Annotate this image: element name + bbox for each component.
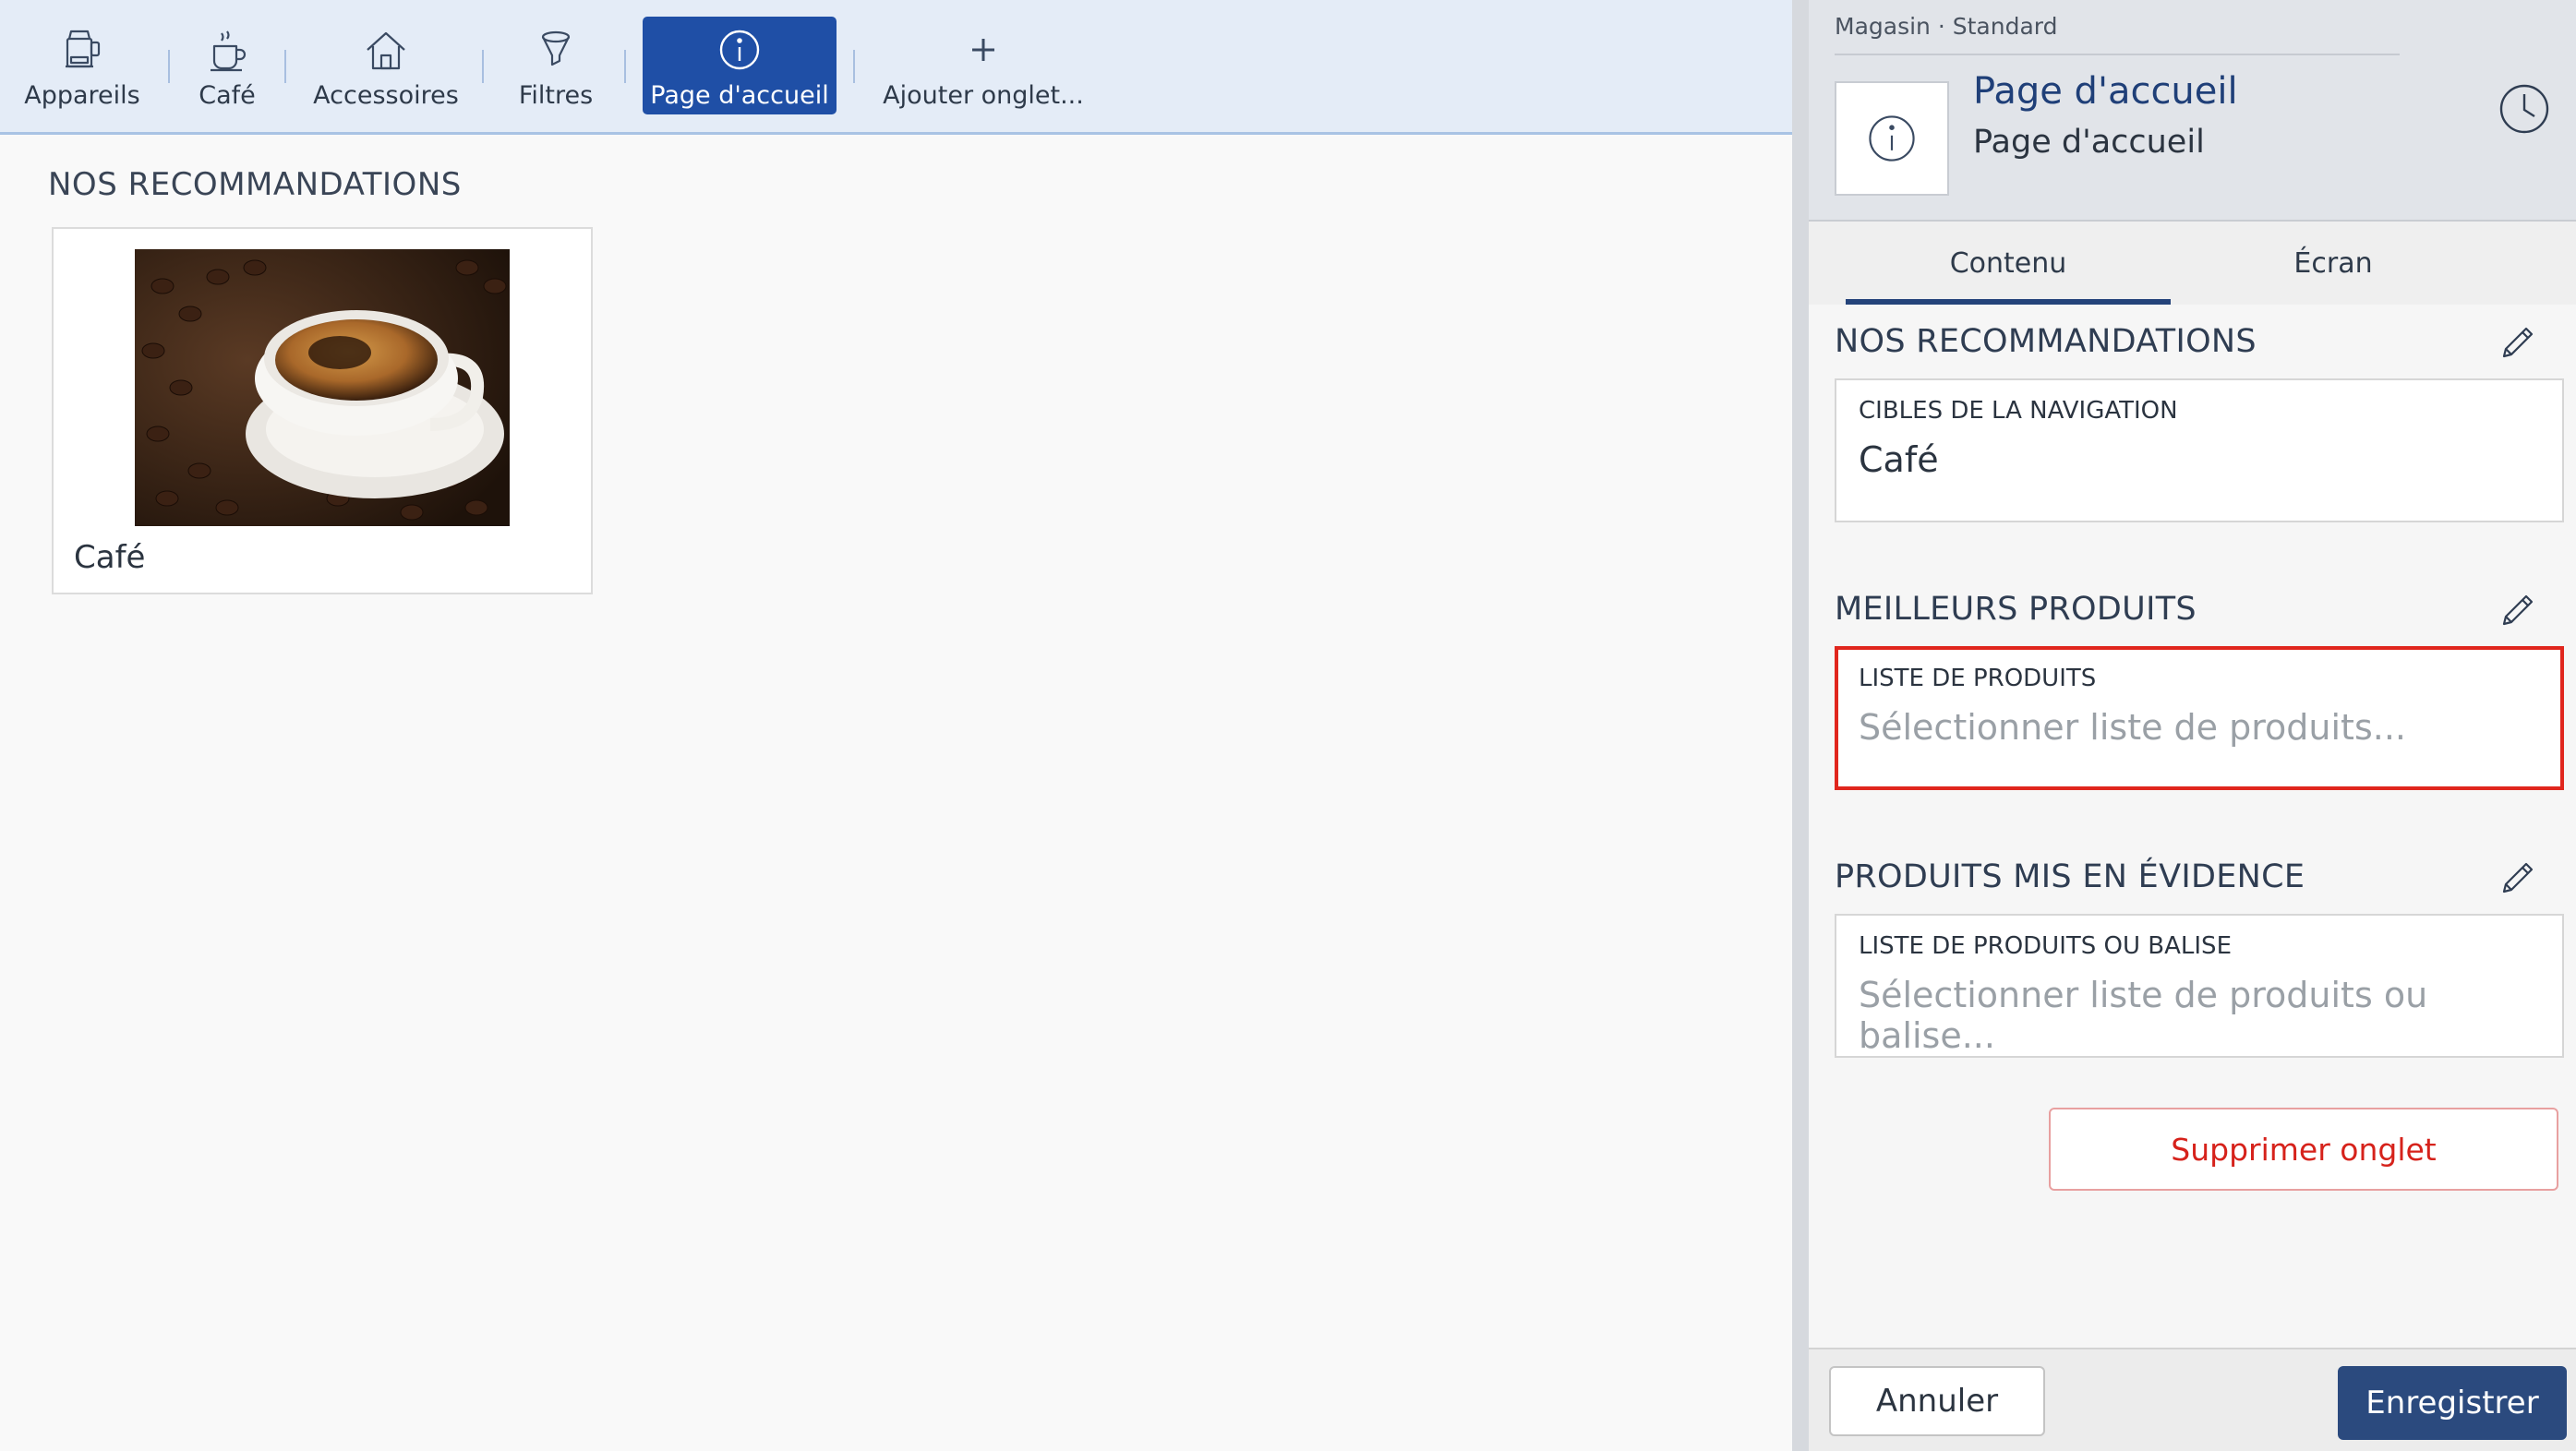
coffee-cup-icon <box>201 24 253 76</box>
info-icon <box>1869 115 1915 162</box>
page-icon-box <box>1835 81 1949 196</box>
breadcrumb: Magasin · Standard <box>1835 13 2058 40</box>
tab-filtres[interactable]: Filtres <box>502 17 609 114</box>
tab-label: Filtres <box>518 81 594 110</box>
clock-icon[interactable] <box>2497 81 2552 137</box>
coffee-cup-photo <box>135 249 510 526</box>
field-placeholder: Sélectionner liste de produits... <box>1859 707 2406 748</box>
pencil-icon[interactable] <box>2497 857 2539 899</box>
tab-accessoires[interactable]: Accessoires <box>305 17 467 114</box>
filter-icon <box>530 24 582 76</box>
tab-separator <box>482 50 484 83</box>
tab-label: Page d'accueil <box>650 81 829 110</box>
house-icon <box>360 24 412 76</box>
properties-panel: Magasin · Standard Page d'accueil Page d… <box>1809 0 2576 1451</box>
add-tab-button[interactable]: Ajouter onglet... <box>877 17 1089 114</box>
plus-icon <box>957 24 1009 76</box>
tab-contenu[interactable]: Contenu <box>1846 222 2171 305</box>
canvas-area: Appareils Café Accessoires Filtres Page … <box>0 0 1792 1451</box>
tab-label: Écran <box>2293 246 2373 280</box>
panel-divider <box>1792 0 1809 1451</box>
save-button[interactable]: Enregistrer <box>2338 1366 2567 1440</box>
field-label: LISTE DE PRODUITS OU BALISE <box>1859 932 2232 960</box>
tab-label: Appareils <box>24 81 140 110</box>
tab-label: Ajouter onglet... <box>883 81 1084 110</box>
card-label: Café <box>74 539 146 576</box>
header-divider <box>1835 54 2400 55</box>
tab-page-accueil[interactable]: Page d'accueil <box>643 17 837 114</box>
panel-tabs: Contenu Écran <box>1809 222 2576 305</box>
page-title: Page d'accueil <box>1973 70 2238 113</box>
appliance-icon <box>56 24 108 76</box>
tab-separator <box>853 50 855 83</box>
cancel-button[interactable]: Annuler <box>1829 1366 2045 1436</box>
delete-tab-button[interactable]: Supprimer onglet <box>2049 1108 2558 1191</box>
product-list-field[interactable]: LISTE DE PRODUITS Sélectionner liste de … <box>1835 646 2564 790</box>
tab-label: Café <box>199 81 256 110</box>
panel-header: Magasin · Standard Page d'accueil Page d… <box>1809 0 2576 222</box>
tab-ecran[interactable]: Écran <box>2171 222 2496 305</box>
pencil-icon[interactable] <box>2497 589 2539 631</box>
tab-cafe[interactable]: Café <box>181 17 273 114</box>
product-list-or-tag-field[interactable]: LISTE DE PRODUITS OU BALISE Sélectionner… <box>1835 914 2564 1058</box>
info-icon <box>714 24 765 76</box>
tab-separator <box>624 50 626 83</box>
section-title-recommandations: NOS RECOMMANDATIONS <box>1835 323 2257 360</box>
field-label: LISTE DE PRODUITS <box>1859 665 2097 692</box>
page-subtitle: Page d'accueil <box>1973 124 2205 161</box>
tab-bar: Appareils Café Accessoires Filtres Page … <box>0 0 1792 135</box>
panel-footer: Annuler Enregistrer <box>1809 1348 2576 1451</box>
field-label: CIBLES DE LA NAVIGATION <box>1859 397 2178 425</box>
navigation-targets-field[interactable]: CIBLES DE LA NAVIGATION Café <box>1835 378 2564 522</box>
recommendation-card[interactable]: Café <box>52 227 593 594</box>
section-title-meilleurs-produits: MEILLEURS PRODUITS <box>1835 591 2197 628</box>
field-placeholder: Sélectionner liste de produits ou balise… <box>1859 975 2428 1056</box>
pencil-icon[interactable] <box>2497 321 2539 364</box>
tab-separator <box>168 50 170 83</box>
tab-label: Contenu <box>1949 246 2067 280</box>
section-title-produits-mis-en-evidence: PRODUITS MIS EN ÉVIDENCE <box>1835 858 2305 895</box>
section-title: NOS RECOMMANDATIONS <box>48 166 462 203</box>
field-value: Café <box>1859 439 1939 480</box>
tab-appareils[interactable]: Appareils <box>13 17 151 114</box>
tab-label: Accessoires <box>313 81 459 110</box>
tab-separator <box>284 50 286 83</box>
